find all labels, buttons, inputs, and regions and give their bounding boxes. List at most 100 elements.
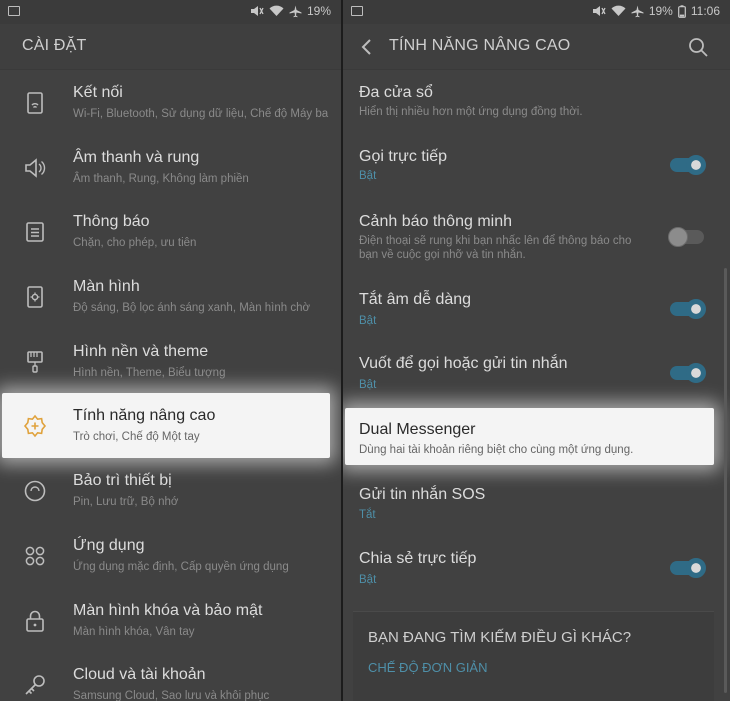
mute-icon [250, 6, 264, 16]
feature-subtitle: Dùng hai tài khoản riêng biệt cho cùng m… [359, 444, 634, 456]
direct-share-toggle[interactable] [670, 558, 706, 578]
feature-title: Cảnh báo thông minh [359, 213, 512, 230]
status-bar: 19% [0, 0, 341, 24]
feature-direct-call[interactable]: Gọi trực tiếp Bật [343, 134, 730, 196]
settings-item-title: Cloud và tài khoản [73, 666, 206, 684]
settings-item-subtitle: Màn hình khóa, Vân tay [73, 625, 195, 638]
smart-alert-toggle[interactable] [668, 227, 704, 247]
feature-subtitle: Hiển thị nhiều hơn một ứng dụng đồng thờ… [359, 106, 583, 118]
settings-item-subtitle: Hình nền, Theme, Biểu tượng [73, 366, 226, 379]
toggle-knob [686, 363, 706, 383]
settings-item-subtitle: Chặn, cho phép, ưu tiên [73, 237, 197, 250]
easy-mode-link[interactable]: CHẾ ĐỘ ĐƠN GIẢN [368, 660, 488, 675]
card-question: BẠN ĐANG TÌM KIẾM ĐIỀU GÌ KHÁC? [368, 629, 632, 646]
airplane-icon [631, 5, 644, 17]
settings-item-notifications[interactable]: Thông báo Chặn, cho phép, ưu tiên [0, 199, 341, 264]
settings-item-title: Màn hình khóa và bảo mật [73, 601, 263, 619]
settings-item-subtitle: Pin, Lưu trữ, Bộ nhớ [73, 496, 179, 509]
page-title: TÍNH NĂNG NÂNG CAO [389, 37, 571, 54]
lock-icon [26, 610, 44, 632]
key-icon [25, 675, 45, 695]
feature-direct-share[interactable]: Chia sẻ trực tiếp Bật [343, 536, 730, 602]
device-maintenance-icon [24, 480, 46, 502]
settings-item-title: Ứng dụng [73, 536, 145, 554]
advanced-title-bar: TÍNH NĂNG NÂNG CAO [343, 24, 730, 70]
feature-status: Bật [359, 379, 377, 391]
looking-for-something-else-card: BẠN ĐANG TÌM KIẾM ĐIỀU GÌ KHÁC? CHẾ ĐỘ Đ… [353, 611, 714, 701]
wifi-icon [269, 5, 284, 17]
search-icon[interactable] [686, 35, 710, 59]
advanced-features-icon [23, 415, 47, 438]
settings-item-lock-screen[interactable]: Màn hình khóa và bảo mật Màn hình khóa, … [0, 588, 341, 653]
settings-item-connections[interactable]: Kết nối Wi-Fi, Bluetooth, Sử dụng dữ liệ… [0, 70, 341, 135]
settings-title-bar: CÀI ĐẶT [0, 24, 341, 70]
wallpaper-icon [27, 350, 43, 373]
feature-title: Gọi trực tiếp [359, 148, 448, 165]
connections-icon [27, 92, 43, 114]
settings-item-title: Bảo trì thiết bị [73, 472, 172, 490]
status-bar: 19% 11:06 [343, 0, 730, 24]
settings-item-cloud-accounts[interactable]: Cloud và tài khoản Samsung Cloud, Sao lư… [0, 652, 341, 701]
toggle-knob [668, 227, 688, 247]
settings-item-title: Âm thanh và rung [73, 148, 200, 166]
swipe-to-call-toggle[interactable] [670, 363, 706, 383]
battery-percent: 19% [648, 4, 673, 18]
toggle-knob [686, 558, 706, 578]
feature-multi-window[interactable]: Đa cửa sổ Hiển thị nhiều hơn một ứng dụn… [343, 70, 730, 134]
settings-item-subtitle: Độ sáng, Bộ lọc ánh sáng xanh, Màn hình … [73, 302, 311, 315]
settings-item-title: Màn hình [73, 278, 140, 296]
settings-item-apps[interactable]: Ứng dụng Ứng dụng mặc định, Cấp quyền ứn… [0, 523, 341, 588]
settings-item-title: Tính năng nâng cao [73, 407, 216, 425]
feature-title: Vuốt để gọi hoặc gửi tin nhắn [359, 355, 568, 372]
toggle-knob [686, 155, 706, 175]
feature-swipe-to-call[interactable]: Vuốt để gọi hoặc gửi tin nhắn Bật [343, 342, 730, 406]
feature-status: Bật [359, 170, 377, 182]
feature-status: Tắt [359, 509, 376, 521]
page-title: CÀI ĐẶT [22, 37, 87, 54]
settings-item-title: Hình nền và theme [73, 342, 209, 360]
settings-item-subtitle: Samsung Cloud, Sao lưu và khôi phục [73, 690, 270, 701]
settings-item-display[interactable]: Màn hình Độ sáng, Bộ lọc ánh sáng xanh, … [0, 264, 341, 329]
advanced-features-panel: 19% 11:06 TÍNH NĂNG NÂNG CAO Đa cửa sổ H… [343, 0, 730, 701]
settings-item-subtitle: Wi-Fi, Bluetooth, Sử dụng dữ liệu, Chế đ… [73, 108, 329, 120]
settings-list: Kết nối Wi-Fi, Bluetooth, Sử dụng dữ liệ… [0, 70, 341, 701]
easy-mute-toggle[interactable] [670, 299, 706, 319]
settings-item-title: Thông báo [73, 213, 150, 231]
feature-title: Gửi tin nhắn SOS [359, 486, 486, 503]
feature-dual-messenger[interactable]: Dual Messenger Dùng hai tài khoản riêng … [345, 408, 714, 465]
scrollbar[interactable] [724, 268, 727, 693]
battery-percent: 19% [306, 4, 331, 18]
settings-item-subtitle: Âm thanh, Rung, Không làm phiền [73, 172, 249, 185]
clock: 11:06 [690, 4, 720, 18]
feature-sos-messages[interactable]: Gửi tin nhắn SOS Tắt [343, 472, 730, 536]
airplane-icon [289, 5, 302, 17]
feature-smart-alert[interactable]: Cảnh báo thông minh Điện thoại sẽ rung k… [343, 196, 730, 278]
settings-panel: 19% CÀI ĐẶT Kết nối Wi-Fi, Bluetooth, Sử… [0, 0, 341, 701]
settings-item-subtitle: Ứng dụng mặc định, Cấp quyền ứng dụng [73, 560, 289, 573]
sound-icon [25, 157, 46, 178]
toggle-knob [686, 299, 706, 319]
settings-item-title: Kết nối [73, 84, 123, 101]
notifications-icon [26, 222, 44, 243]
settings-item-advanced-features[interactable]: Tính năng nâng cao Trò chơi, Chế độ Một … [2, 393, 330, 459]
direct-call-toggle[interactable] [670, 155, 706, 175]
feature-easy-mute[interactable]: Tắt âm dễ dàng Bật [343, 278, 730, 342]
gallery-notification-icon [8, 6, 20, 16]
back-arrow-icon[interactable] [355, 35, 379, 59]
feature-title: Dual Messenger [359, 421, 476, 438]
feature-title: Tắt âm dễ dàng [359, 291, 472, 308]
feature-title: Đa cửa sổ [359, 84, 433, 101]
settings-item-device-maintenance[interactable]: Bảo trì thiết bị Pin, Lưu trữ, Bộ nhớ [0, 458, 341, 523]
settings-item-subtitle: Trò chơi, Chế độ Một tay [73, 431, 200, 444]
battery-icon [677, 4, 686, 18]
mute-icon [592, 6, 606, 16]
wifi-icon [611, 5, 626, 17]
feature-status: Bật [359, 315, 377, 327]
feature-status: Bật [359, 574, 377, 586]
feature-title: Chia sẻ trực tiếp [359, 550, 477, 567]
apps-icon [25, 546, 45, 566]
settings-item-wallpaper[interactable]: Hình nền và theme Hình nền, Theme, Biểu … [0, 329, 341, 394]
settings-item-sound[interactable]: Âm thanh và rung Âm thanh, Rung, Không l… [0, 135, 341, 200]
display-icon [27, 286, 43, 308]
feature-subtitle: Điện thoại sẽ rung khi bạn nhấc lên để t… [359, 235, 632, 261]
